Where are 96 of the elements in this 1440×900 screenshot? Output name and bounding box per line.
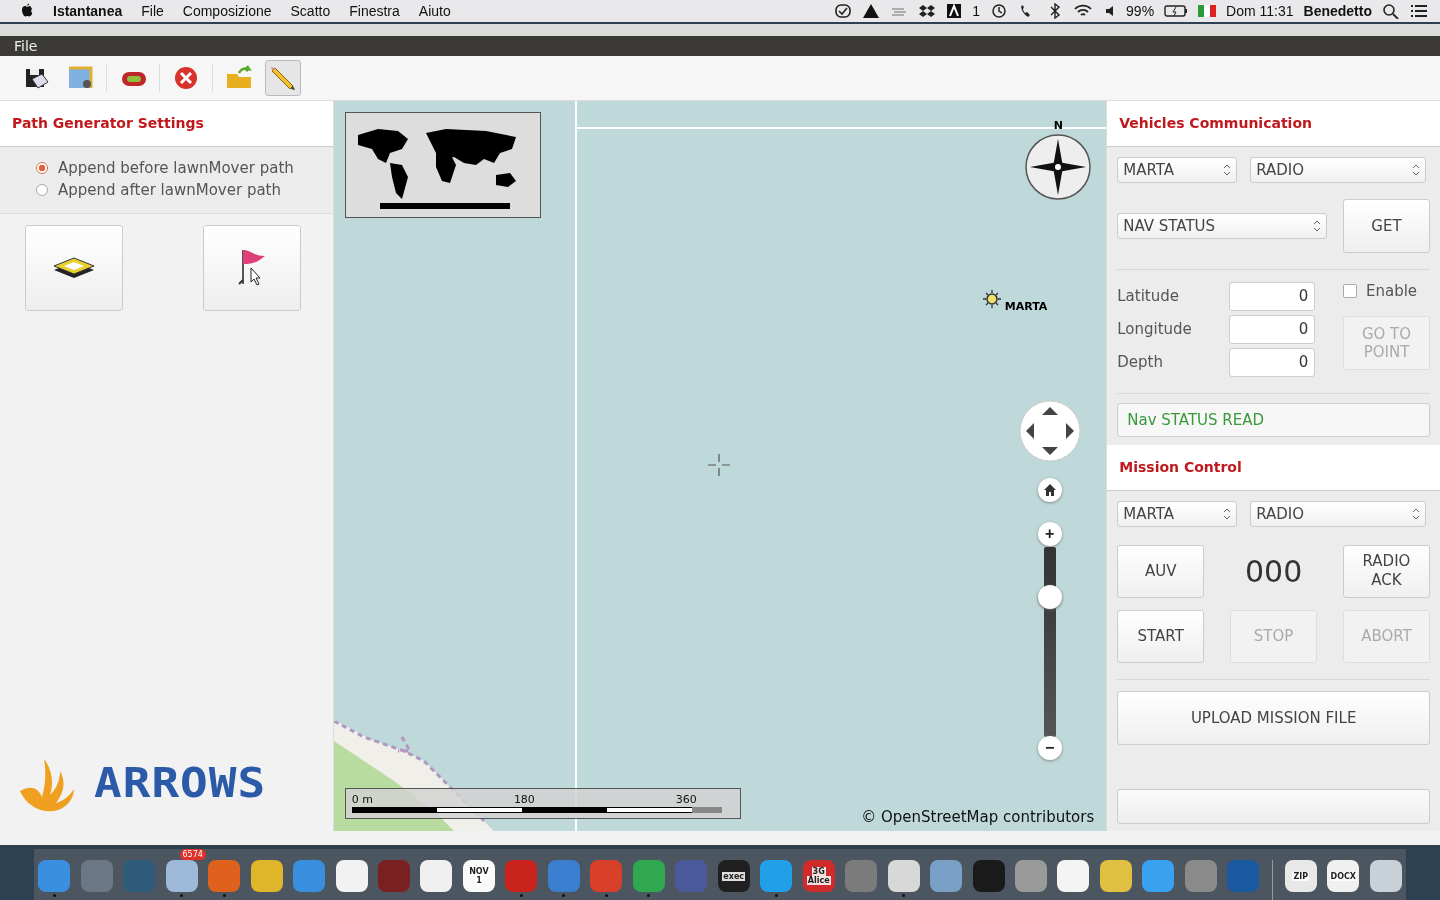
menu-item[interactable]: File bbox=[14, 37, 38, 54]
enable-checkbox[interactable]: Enable bbox=[1343, 281, 1430, 300]
radio-button[interactable] bbox=[36, 183, 48, 196]
button[interactable]: RADIO ACK bbox=[1343, 544, 1430, 598]
wifi-icon[interactable] bbox=[1074, 3, 1093, 19]
battery-icon[interactable] bbox=[1164, 3, 1189, 19]
status-message: Nav STATUS READ bbox=[1117, 402, 1430, 437]
icon-text: DOCX bbox=[1329, 871, 1357, 881]
number-field[interactable]: 0 bbox=[1229, 281, 1316, 311]
tool-button[interactable] bbox=[25, 224, 123, 311]
spinner-arrows-icon bbox=[1313, 219, 1322, 232]
flag-icon bbox=[1198, 5, 1217, 17]
crosshair-icon bbox=[705, 451, 732, 478]
zoom-in-button[interactable]: + bbox=[1037, 521, 1062, 546]
tool-button[interactable] bbox=[203, 224, 301, 311]
section-title: Vehicles Communication bbox=[1119, 115, 1312, 132]
slider-thumb[interactable] bbox=[1037, 585, 1062, 610]
clock[interactable]: Dom 11:31 bbox=[1226, 3, 1294, 19]
section-title: Path Generator Settings bbox=[12, 115, 204, 132]
spinner-arrows-icon bbox=[1223, 163, 1232, 176]
counter-display: 000 bbox=[1243, 553, 1304, 589]
icon-text: Alice bbox=[806, 876, 831, 885]
user-name[interactable]: Benedetto bbox=[1303, 3, 1372, 19]
app-icon[interactable]: 3G Alice bbox=[802, 860, 835, 892]
app-icon[interactable]: ZIP bbox=[1284, 860, 1317, 892]
notification-badge: 6574 bbox=[179, 849, 206, 860]
app-icon[interactable] bbox=[165, 860, 198, 892]
dropdown[interactable]: NAV STATUS bbox=[1117, 212, 1328, 239]
home-icon bbox=[1042, 482, 1057, 497]
app-icon[interactable] bbox=[1057, 860, 1090, 892]
vehicle-marker-icon bbox=[981, 288, 1002, 309]
app-icon[interactable] bbox=[250, 860, 283, 892]
triangle-icon[interactable] bbox=[862, 3, 881, 19]
radio-option[interactable]: Append before lawnMover path bbox=[36, 158, 333, 177]
compass-icon bbox=[1023, 132, 1092, 201]
icon-text: 3G bbox=[811, 867, 826, 876]
app-icon[interactable] bbox=[887, 860, 920, 892]
compass-label: N bbox=[1053, 118, 1063, 132]
option-label: Append before lawnMover path bbox=[58, 158, 294, 177]
dropdown[interactable]: MARTA bbox=[1117, 500, 1238, 527]
pan-control-icon[interactable] bbox=[1017, 398, 1082, 463]
vehicle-label: MARTA bbox=[1004, 299, 1048, 313]
logo-text: ARROWS bbox=[94, 758, 267, 808]
flag-icon bbox=[237, 248, 267, 287]
menu-item[interactable]: File bbox=[141, 3, 164, 19]
field-label: Depth bbox=[1117, 353, 1163, 372]
icon-text: exec bbox=[722, 871, 746, 881]
menu-item[interactable]: Scatto bbox=[290, 3, 331, 19]
search-icon[interactable] bbox=[1382, 3, 1400, 19]
apple-logo-icon[interactable] bbox=[20, 3, 34, 19]
radio-button[interactable] bbox=[36, 161, 48, 174]
menu-item[interactable]: Composizione bbox=[182, 3, 272, 19]
button[interactable]: GET bbox=[1343, 198, 1430, 253]
menu-item[interactable]: Aiuto bbox=[418, 3, 451, 19]
attribution-text: © OpenStreetMap contributors bbox=[861, 807, 1095, 826]
button[interactable]: UPLOAD MISSION FILE bbox=[1117, 690, 1430, 745]
section-title: Mission Control bbox=[1119, 459, 1242, 476]
battery-percent: 99% bbox=[1126, 3, 1155, 19]
field-label: Longitude bbox=[1117, 320, 1192, 339]
checkmark-icon[interactable] bbox=[834, 3, 853, 19]
app-icon[interactable] bbox=[930, 860, 963, 892]
spinner-arrows-icon bbox=[1412, 507, 1421, 520]
app-icon[interactable]: exec bbox=[717, 860, 750, 892]
menu-item[interactable]: Finestra bbox=[349, 3, 400, 19]
radio-option[interactable]: Append after lawnMover path bbox=[36, 180, 333, 199]
option-label: Append after lawnMover path bbox=[58, 180, 281, 199]
app-icon[interactable] bbox=[335, 860, 368, 892]
map-view[interactable]: N MARTA + − 0 m 180 360 © OpenStreetMap contributors bbox=[333, 100, 1107, 831]
zoom-slider[interactable] bbox=[1037, 546, 1062, 737]
icon-text: ZIP bbox=[1292, 871, 1310, 881]
button[interactable]: START bbox=[1117, 609, 1205, 663]
app-icon[interactable]: DOCX bbox=[1327, 860, 1360, 892]
dropdown[interactable]: RADIO bbox=[1250, 500, 1427, 527]
app-menu[interactable]: Istantanea bbox=[53, 3, 123, 19]
notification-count: 1 bbox=[972, 3, 981, 19]
icon-text: NOV bbox=[468, 867, 490, 876]
number-field[interactable]: 0 bbox=[1229, 347, 1316, 377]
zoom-out-button[interactable]: − bbox=[1037, 735, 1062, 760]
field-label: Latitude bbox=[1117, 287, 1179, 306]
app-icon[interactable] bbox=[420, 860, 453, 892]
list-icon[interactable] bbox=[1410, 3, 1428, 19]
dropdown[interactable]: RADIO bbox=[1250, 156, 1427, 183]
scale-label: 180 bbox=[513, 792, 535, 806]
layers-icon bbox=[53, 256, 95, 279]
spinner-arrows-icon bbox=[1412, 163, 1421, 176]
app-icon[interactable] bbox=[1099, 860, 1132, 892]
scale-label: 360 bbox=[675, 792, 697, 806]
spinner-arrows-icon bbox=[1223, 507, 1232, 520]
icon-text: 1 bbox=[475, 876, 483, 885]
number-field[interactable]: 0 bbox=[1229, 314, 1316, 344]
app-icon[interactable] bbox=[1369, 860, 1402, 892]
app-icon[interactable]: NOV 1 bbox=[462, 860, 495, 892]
home-button[interactable] bbox=[1037, 477, 1062, 502]
scale-label: 0 m bbox=[351, 792, 373, 806]
button[interactable]: AUV bbox=[1117, 544, 1205, 598]
dropdown[interactable]: MARTA bbox=[1117, 156, 1238, 183]
